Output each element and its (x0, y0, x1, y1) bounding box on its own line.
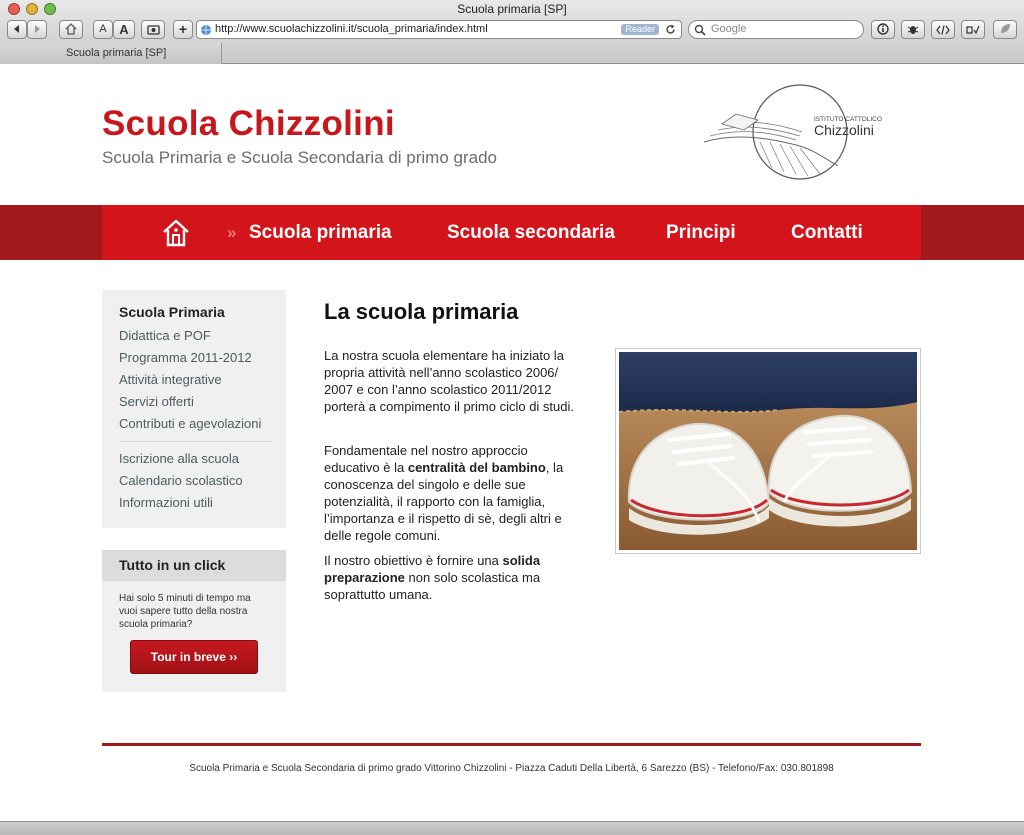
nav-item-scuola-secondaria[interactable]: Scuola secondaria (447, 205, 615, 260)
address-bar[interactable]: http://www.scuolachizzolini.it/scuola_pr… (196, 20, 682, 39)
minimize-window-button[interactable] (26, 3, 38, 15)
bug-icon (907, 26, 919, 34)
sidebar-menu: Scuola Primaria Didattica e POF Programm… (102, 290, 286, 528)
site-subtitle: Scuola Primaria e Scuola Secondaria di p… (102, 148, 497, 167)
search-icon (694, 24, 706, 36)
intro-paragraph: La nostra scuola elementare ha iniziato … (324, 348, 574, 414)
leaf-icon (1001, 24, 1010, 33)
web-page: Scuola Chizzolini Scuola Primaria e Scuo… (0, 64, 1024, 821)
forward-button[interactable] (27, 20, 47, 39)
main-navigation: » Scuola primaria Scuola secondaria Prin… (0, 205, 1024, 260)
nav-item-scuola-primaria[interactable]: Scuola primaria (249, 205, 392, 260)
back-button[interactable] (7, 20, 27, 39)
validate-button[interactable] (961, 20, 985, 39)
back-arrow-icon (14, 25, 19, 33)
window-title: Scuola primaria [SP] (457, 2, 567, 16)
home-button[interactable] (59, 20, 83, 39)
sidebar-item-servizi[interactable]: Servizi offerti (119, 394, 194, 409)
nav-item-contatti[interactable]: Contatti (791, 205, 863, 260)
sidebar-item-calendario[interactable]: Calendario scolastico (119, 473, 243, 488)
tour-box: Tutto in un click Hai solo 5 minuti di t… (102, 550, 286, 692)
footer-divider (102, 743, 921, 746)
tour-box-text: Hai solo 5 minuti di tempo ma vuoi saper… (119, 593, 251, 630)
sneakers-image (618, 352, 917, 550)
forward-arrow-icon (35, 25, 40, 33)
emphasis-centralita: centralità del bambino (407, 460, 546, 475)
validate-icon (966, 25, 980, 35)
home-icon (65, 23, 77, 35)
sidebar-item-informazioni[interactable]: Informazioni utili (119, 495, 213, 510)
globe-icon (201, 25, 211, 35)
sidebar-item-attivita[interactable]: Attività integrative (119, 372, 222, 387)
zoom-window-button[interactable] (44, 3, 56, 15)
url-text: http://www.scuolachizzolini.it/scuola_pr… (215, 23, 488, 35)
tab-scuola-primaria[interactable]: Scuola primaria [SP] (0, 43, 222, 64)
sidebar-heading[interactable]: Scuola Primaria (119, 304, 225, 320)
camera-icon (146, 25, 160, 35)
reader-button[interactable]: Reader (621, 24, 659, 35)
browser-status-bar (0, 821, 1024, 835)
nav-active-marker: » (227, 223, 237, 242)
approach-paragraph: Fondamentale nel nostro approccio educat… (324, 443, 564, 543)
add-bookmark-button[interactable]: + (173, 20, 193, 39)
reload-icon[interactable] (665, 24, 676, 35)
text-smaller-button[interactable]: A (93, 20, 113, 39)
sidebar-divider (119, 441, 273, 442)
content-title: La scuola primaria (324, 299, 519, 324)
text-larger-button[interactable]: A (113, 20, 135, 39)
chizzolini-logo[interactable]: ISTITUTO CATTOLICO Chizzolini (700, 84, 900, 184)
nav-item-principi[interactable]: Principi (666, 205, 736, 260)
view-source-button[interactable] (931, 20, 955, 39)
sidebar-item-didattica[interactable]: Didattica e POF (119, 328, 211, 343)
tour-box-heading: Tutto in un click (102, 550, 286, 581)
objective-paragraph: Il nostro obiettivo è fornire una solida… (324, 553, 541, 602)
children-shoes-photo (615, 348, 921, 554)
browser-toolbar: A A + http://www.scuolachizzolini.it/scu… (0, 18, 1024, 42)
sidebar-item-iscrizione[interactable]: Iscrizione alla scuola (119, 451, 239, 466)
logo-line2: Chizzolini (814, 122, 874, 138)
tab-bar: Scuola primaria [SP] (0, 42, 1024, 64)
screenshot-button[interactable] (141, 20, 165, 39)
debug-button[interactable] (901, 20, 925, 39)
sidebar-item-programma[interactable]: Programma 2011-2012 (119, 350, 252, 365)
close-window-button[interactable] (8, 3, 20, 15)
extension-button[interactable] (993, 20, 1017, 39)
browser-chrome: Scuola primaria [SP] A A + http://www.sc… (0, 0, 1024, 64)
code-icon (936, 25, 950, 35)
search-placeholder: Google (711, 23, 747, 35)
sidebar-item-contributi[interactable]: Contributi e agevolazioni (119, 416, 261, 431)
footer-text: Scuola Primaria e Scuola Secondaria di p… (189, 763, 834, 774)
search-field[interactable]: Google (688, 20, 864, 39)
site-title[interactable]: Scuola Chizzolini (102, 104, 395, 144)
info-button[interactable] (871, 20, 895, 39)
home-icon[interactable] (161, 218, 191, 248)
tour-button[interactable]: Tour in breve ›› (130, 640, 258, 674)
navigation-bar: » Scuola primaria Scuola secondaria Prin… (102, 205, 921, 260)
info-icon (877, 23, 889, 35)
